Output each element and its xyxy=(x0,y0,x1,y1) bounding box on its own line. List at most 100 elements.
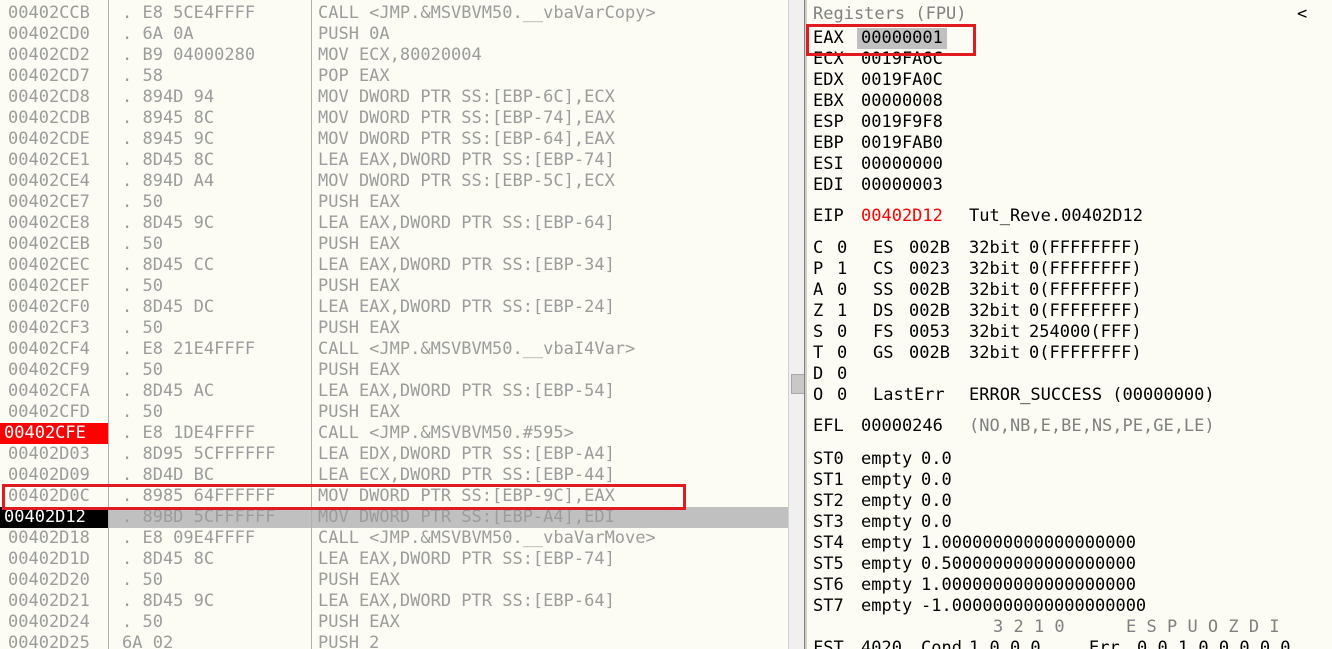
disasm-instruction: PUSH EAX xyxy=(318,570,400,590)
disasm-row[interactable]: 00402CF4 . E8 21E4FFFF CALL <JMP.&MSVBVM50… xyxy=(0,339,788,360)
segment-name: ES xyxy=(873,238,894,258)
disasm-row[interactable]: 00402CFE . E8 1DE4FFFF CALL <JMP.&MSVBVM50… xyxy=(0,423,788,444)
disasm-instruction: MOV DWORD PTR SS:[EBP-64],EAX xyxy=(318,129,615,149)
segment-selector: 002B xyxy=(909,343,950,363)
fpu-value: 0.5000000000000000000 xyxy=(921,554,1136,574)
register-value: 0019FA0C xyxy=(861,70,943,90)
disasm-hex-bytes: . E8 1DE4FFFF xyxy=(122,423,256,443)
disasm-address: 00402CDB xyxy=(8,108,90,128)
disasm-hex-bytes: . 50 xyxy=(122,360,163,380)
disasm-hex-bytes: . 50 xyxy=(122,234,163,254)
disasm-row[interactable]: 00402D21 . 8D45 9C LEA EAX,DWORD PTR SS:[E… xyxy=(0,591,788,612)
segment-desc: 0(FFFFFFFF) xyxy=(1029,259,1142,279)
disasm-row[interactable]: 00402CD2 . B9 04000280 MOV ECX,80020004 xyxy=(0,45,788,66)
disasm-hex-bytes: . 8D45 8C xyxy=(122,549,215,569)
scrollbar-thumb[interactable] xyxy=(791,374,805,394)
segment-mode: 32bit xyxy=(969,259,1021,279)
disasm-instruction: PUSH 0A xyxy=(318,24,390,44)
disasm-row[interactable]: 00402CDB . 8945 8C MOV DWORD PTR SS:[EBP-7… xyxy=(0,108,788,129)
instruction-highlight-box xyxy=(2,484,686,510)
disasm-instruction: MOV DWORD PTR SS:[EBP-6C],ECX xyxy=(318,87,615,107)
disasm-row[interactable]: 00402D09 . 8D4D BC LEA ECX,DWORD PTR SS:[E… xyxy=(0,465,788,486)
flag-bit: 1 xyxy=(837,259,848,279)
disasm-hex-bytes: . 8D45 AC xyxy=(122,381,215,401)
disasm-hex-bytes: . 8D45 8C xyxy=(122,150,215,170)
disasm-instruction: LEA EDX,DWORD PTR SS:[EBP-A4] xyxy=(318,444,615,464)
disasm-row[interactable]: 00402CFA . 8D45 AC LEA EAX,DWORD PTR SS:[E… xyxy=(0,381,788,402)
disasm-row[interactable]: 00402CD8 . 894D 94 MOV DWORD PTR SS:[EBP-6… xyxy=(0,87,788,108)
disasm-row[interactable]: 00402D24 . 50 PUSH EAX xyxy=(0,612,788,633)
disasm-hex-bytes: . 894D 94 xyxy=(122,87,215,107)
flag-bit: 0 xyxy=(837,238,848,258)
disasm-instruction: LEA EAX,DWORD PTR SS:[EBP-74] xyxy=(318,549,615,569)
disasm-row[interactable]: 00402D1D . 8D45 8C LEA EAX,DWORD PTR SS:[E… xyxy=(0,549,788,570)
disasm-row[interactable]: 00402D12 . 89BD 5CFFFFFF MOV DWORD PTR SS:… xyxy=(0,507,788,528)
disasm-row[interactable]: 00402CEF . 50 PUSH EAX xyxy=(0,276,788,297)
flag-bit: 0 xyxy=(837,343,848,363)
disasm-row[interactable]: 00402D20 . 50 PUSH EAX xyxy=(0,570,788,591)
disasm-row[interactable]: 00402CE8 . 8D45 9C LEA EAX,DWORD PTR SS:[E… xyxy=(0,213,788,234)
register-name: EBP xyxy=(813,133,844,153)
disasm-row[interactable]: 00402CE7 . 50 PUSH EAX xyxy=(0,192,788,213)
disasm-row[interactable]: 00402D25 6A 02 PUSH 2 xyxy=(0,633,788,649)
disasm-hex-bytes: . 8D45 DC xyxy=(122,297,215,317)
register-value: 00000008 xyxy=(861,91,943,111)
disassembly-scrollbar[interactable] xyxy=(788,0,805,649)
disasm-row[interactable]: 00402CF9 . 50 PUSH EAX xyxy=(0,360,788,381)
disasm-hex-bytes: . 894D A4 xyxy=(122,171,215,191)
disasm-instruction: PUSH EAX xyxy=(318,318,400,338)
err-bits: 0 0 1 0 0 0 0 0 xyxy=(1137,638,1291,649)
disasm-row[interactable]: 00402CD7 . 58 POP EAX xyxy=(0,66,788,87)
disasm-row[interactable]: 00402CFD . 50 PUSH EAX xyxy=(0,402,788,423)
disasm-address: 00402CFE xyxy=(0,423,109,444)
flag-name: S xyxy=(813,322,824,342)
fpu-state: empty xyxy=(861,449,913,469)
registers-pane[interactable]: Registers (FPU) < EAX 00000001 ECX 0019FA6C… xyxy=(807,0,1332,649)
disasm-row[interactable]: 00402D18 . E8 09E4FFFF CALL <JMP.&MSVBVM50… xyxy=(0,528,788,549)
disasm-address: 00402D09 xyxy=(8,465,90,485)
disasm-instruction: PUSH 2 xyxy=(318,633,380,649)
segment-desc: 254000(FFF) xyxy=(1029,322,1142,342)
disasm-row[interactable]: 00402CF0 . 8D45 DC LEA EAX,DWORD PTR SS:[E… xyxy=(0,297,788,318)
register-value: 00000246 xyxy=(861,416,943,436)
efl-desc: (NO,NB,E,BE,NS,PE,GE,LE) xyxy=(969,416,1215,436)
disasm-address: 00402CEC xyxy=(8,255,90,275)
registers-header[interactable]: Registers (FPU) < xyxy=(807,0,1332,26)
disasm-hex-bytes: . 8D95 5CFFFFFF xyxy=(122,444,276,464)
eip-symbol: Tut_Reve.00402D12 xyxy=(969,206,1143,226)
disassembly-pane[interactable]: 00402CCB . E8 5CE4FFFF CALL <JMP.&MSVBVM50… xyxy=(0,0,789,649)
disasm-instruction: LEA EAX,DWORD PTR SS:[EBP-34] xyxy=(318,255,615,275)
disasm-row[interactable]: 00402CEC . 8D45 CC LEA EAX,DWORD PTR SS:[E… xyxy=(0,255,788,276)
fpu-name: ST6 xyxy=(813,575,844,595)
flag-bit: 0 xyxy=(837,385,848,405)
flag-name: T xyxy=(813,343,824,363)
disasm-instruction: PUSH EAX xyxy=(318,612,400,632)
fpu-state: empty xyxy=(861,512,913,532)
disasm-hex-bytes: 6A 02 xyxy=(122,633,174,649)
register-name: FST xyxy=(813,638,844,649)
fpu-value: -1.0000000000000000000 xyxy=(921,596,1147,616)
disasm-row[interactable]: 00402CE4 . 894D A4 MOV DWORD PTR SS:[EBP-5… xyxy=(0,171,788,192)
disasm-row[interactable]: 00402CD0 . 6A 0A PUSH 0A xyxy=(0,24,788,45)
disasm-row[interactable]: 00402CEB . 50 PUSH EAX xyxy=(0,234,788,255)
disasm-hex-bytes: . 8945 9C xyxy=(122,129,215,149)
disasm-instruction: MOV ECX,80020004 xyxy=(318,45,482,65)
disasm-row[interactable]: 00402CDE . 8945 9C MOV DWORD PTR SS:[EBP-6… xyxy=(0,129,788,150)
disasm-row[interactable]: 00402D03 . 8D95 5CFFFFFF LEA EDX,DWORD PTR… xyxy=(0,444,788,465)
flag-name: O xyxy=(813,385,824,405)
disasm-address: 00402D20 xyxy=(8,570,90,590)
disasm-row[interactable]: 00402CCB . E8 5CE4FFFF CALL <JMP.&MSVBVM50… xyxy=(0,3,788,24)
fpu-state: empty xyxy=(861,596,913,616)
disasm-address: 00402CD0 xyxy=(8,24,90,44)
disasm-address: 00402CF9 xyxy=(8,360,90,380)
disasm-instruction: CALL <JMP.&MSVBVM50.__vbaI4Var> xyxy=(318,339,636,359)
collapse-arrow-icon[interactable]: < xyxy=(1297,2,1307,26)
disasm-hex-bytes: . 8D45 9C xyxy=(122,591,215,611)
disasm-row[interactable]: 00402CF3 . 50 PUSH EAX xyxy=(0,318,788,339)
column-divider-hex xyxy=(311,0,312,649)
disasm-address: 00402D21 xyxy=(8,591,90,611)
disasm-row[interactable]: 00402CE1 . 8D45 8C LEA EAX,DWORD PTR SS:[E… xyxy=(0,150,788,171)
disasm-instruction: LEA EAX,DWORD PTR SS:[EBP-64] xyxy=(318,213,615,233)
register-name: ESI xyxy=(813,154,844,174)
fpu-state: empty xyxy=(861,491,913,511)
